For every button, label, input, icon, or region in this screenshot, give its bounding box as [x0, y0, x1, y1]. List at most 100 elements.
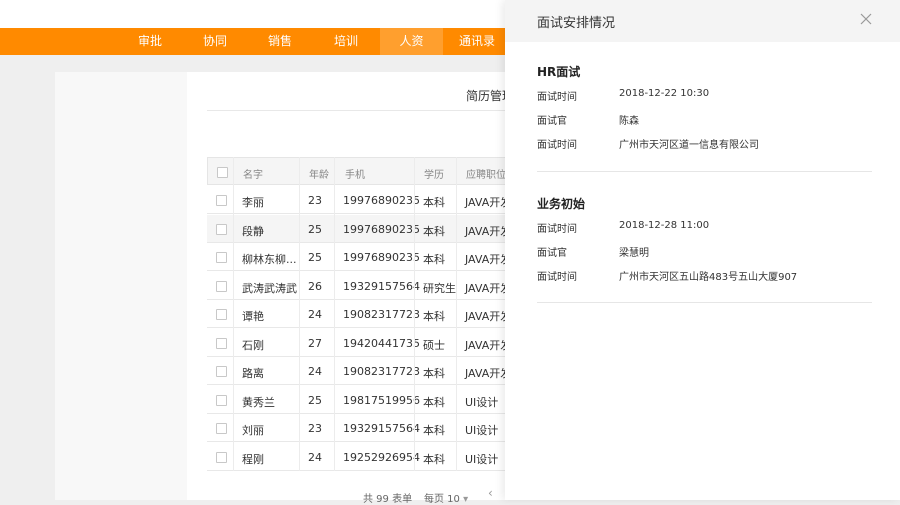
column-divider	[299, 157, 300, 471]
col-header-phone[interactable]: 手机	[345, 166, 365, 181]
row-checkbox[interactable]	[216, 337, 227, 349]
nav-item-hr[interactable]: 人资	[380, 28, 443, 55]
drawer-header: 面试安排情况	[505, 0, 900, 42]
column-divider	[456, 157, 457, 471]
col-header-age[interactable]: 年龄	[309, 166, 329, 181]
select-all-checkbox[interactable]	[217, 167, 228, 178]
cell-phone: 19329157564	[343, 422, 420, 435]
cell-name: 谭艳	[242, 310, 264, 323]
table-row[interactable]: 段静 25 19976890235 本科 JAVA开发	[207, 214, 511, 243]
cell-phone: 19082317723	[343, 308, 420, 321]
cell-education: 本科	[423, 224, 445, 238]
pagination-total: 共 99 表单	[363, 494, 413, 505]
cell-education: 本科	[423, 196, 445, 209]
row-checkbox[interactable]	[216, 223, 227, 235]
table-row[interactable]: 李丽 23 19976890235 本科 JAVA开发	[207, 186, 511, 214]
nav-item-collaboration[interactable]: 协同	[193, 28, 237, 55]
cell-phone: 19976890235	[343, 222, 420, 236]
row-checkbox[interactable]	[216, 280, 227, 292]
cell-phone: 19976890235	[343, 194, 420, 207]
cell-name: 路离	[242, 367, 264, 380]
cell-education: 本科	[423, 395, 445, 409]
table-row[interactable]: 谭艳 24 19082317723 本科 JAVA开发	[207, 300, 511, 328]
section-divider	[537, 302, 872, 303]
interview-drawer: 面试安排情况 HR面试 面试时间 2018-12-22 10:30 面试官 陈森…	[505, 0, 900, 500]
cell-position: UI设计	[465, 452, 499, 466]
field-label: 面试时间	[537, 92, 577, 103]
cell-age: 25	[308, 393, 322, 407]
table-row[interactable]: 黄秀兰 25 19817519956 本科 UI设计	[207, 385, 507, 414]
table-row[interactable]: 路离 24 19082317723 本科 JAVA开发	[207, 357, 511, 385]
page-size-select[interactable]: 每页 10 ▾	[424, 490, 468, 505]
column-divider	[414, 157, 415, 471]
cell-age: 24	[308, 365, 322, 378]
row-checkbox[interactable]	[216, 451, 227, 463]
cell-education: 本科	[423, 367, 445, 380]
cell-name: 武涛武涛武	[242, 281, 297, 295]
nav-item-sales[interactable]: 销售	[258, 28, 302, 55]
cell-phone: 19976890235	[343, 251, 420, 264]
title-divider	[207, 110, 507, 111]
cell-position: UI设计	[465, 424, 499, 437]
cell-age: 24	[308, 308, 322, 321]
field-label: 面试时间	[537, 140, 577, 151]
col-header-position[interactable]: 应聘职位	[466, 166, 506, 181]
row-checkbox[interactable]	[216, 423, 227, 434]
cell-education: 本科	[423, 452, 445, 466]
table-row[interactable]: 刘丽 23 19329157564 本科 UI设计	[207, 414, 507, 442]
cell-phone: 19420441735	[343, 336, 420, 350]
section-divider	[537, 171, 872, 172]
cell-age: 23	[308, 422, 322, 435]
row-checkbox[interactable]	[216, 252, 227, 263]
table-row[interactable]: 石刚 27 19420441735 硕士 JAVA开发	[207, 328, 511, 357]
cell-age: 25	[308, 222, 322, 236]
col-header-education[interactable]: 学历	[424, 166, 444, 181]
cell-position: UI设计	[465, 395, 499, 409]
cell-name: 李丽	[242, 196, 264, 209]
cell-education: 本科	[423, 310, 445, 323]
field-label: 面试官	[537, 116, 567, 127]
field-value: 陈森	[619, 116, 639, 127]
nav-item-contacts[interactable]: 通讯录	[452, 28, 502, 55]
section-title-hr: HR面试	[537, 65, 581, 79]
content-sidebar	[55, 72, 187, 500]
table-row[interactable]: 柳林东柳... 25 19976890235 本科 JAVA开发	[207, 243, 511, 271]
row-checkbox[interactable]	[216, 394, 227, 406]
section-title-business: 业务初始	[537, 197, 586, 211]
table-row[interactable]: 程刚 24 19252926954 本科 UI设计	[207, 442, 507, 471]
col-header-name[interactable]: 名字	[243, 166, 263, 181]
cell-name: 刘丽	[242, 424, 264, 437]
field-label: 面试官	[537, 248, 567, 259]
cell-age: 23	[308, 194, 322, 207]
cell-education: 本科	[423, 424, 445, 437]
field-label: 面试时间	[537, 272, 577, 283]
row-checkbox[interactable]	[216, 366, 227, 377]
cell-age: 27	[308, 336, 322, 350]
field-value: 广州市天河区道一信息有限公司	[619, 140, 759, 151]
field-label: 面试时间	[537, 224, 577, 235]
cell-name: 段静	[242, 224, 264, 238]
cell-phone: 19252926954	[343, 450, 420, 464]
cell-phone: 19817519956	[343, 393, 420, 407]
table-row[interactable]: 武涛武涛武 26 19329157564 研究生 JAVA开发	[207, 271, 511, 300]
cell-education: 研究生	[423, 281, 456, 295]
field-value: 梁慧明	[619, 248, 649, 259]
row-checkbox[interactable]	[216, 195, 227, 206]
cell-age: 25	[308, 251, 322, 264]
nav-item-training[interactable]: 培训	[324, 28, 368, 55]
cell-education: 硕士	[423, 338, 445, 352]
cell-name: 柳林东柳...	[242, 253, 297, 266]
field-value: 2018-12-22 10:30	[619, 88, 710, 99]
prev-page-icon[interactable]: ‹	[488, 486, 493, 500]
cell-name: 石刚	[242, 338, 264, 352]
close-icon[interactable]	[859, 12, 873, 26]
cell-phone: 19329157564	[343, 279, 420, 293]
cell-phone: 19082317723	[343, 365, 420, 378]
column-divider	[334, 157, 335, 471]
field-value: 2018-12-28 11:00	[619, 220, 710, 231]
row-checkbox[interactable]	[216, 309, 227, 320]
nav-item-approval[interactable]: 审批	[128, 28, 172, 55]
cell-age: 24	[308, 450, 322, 464]
cell-education: 本科	[423, 253, 445, 266]
drawer-title: 面试安排情况	[537, 16, 616, 31]
